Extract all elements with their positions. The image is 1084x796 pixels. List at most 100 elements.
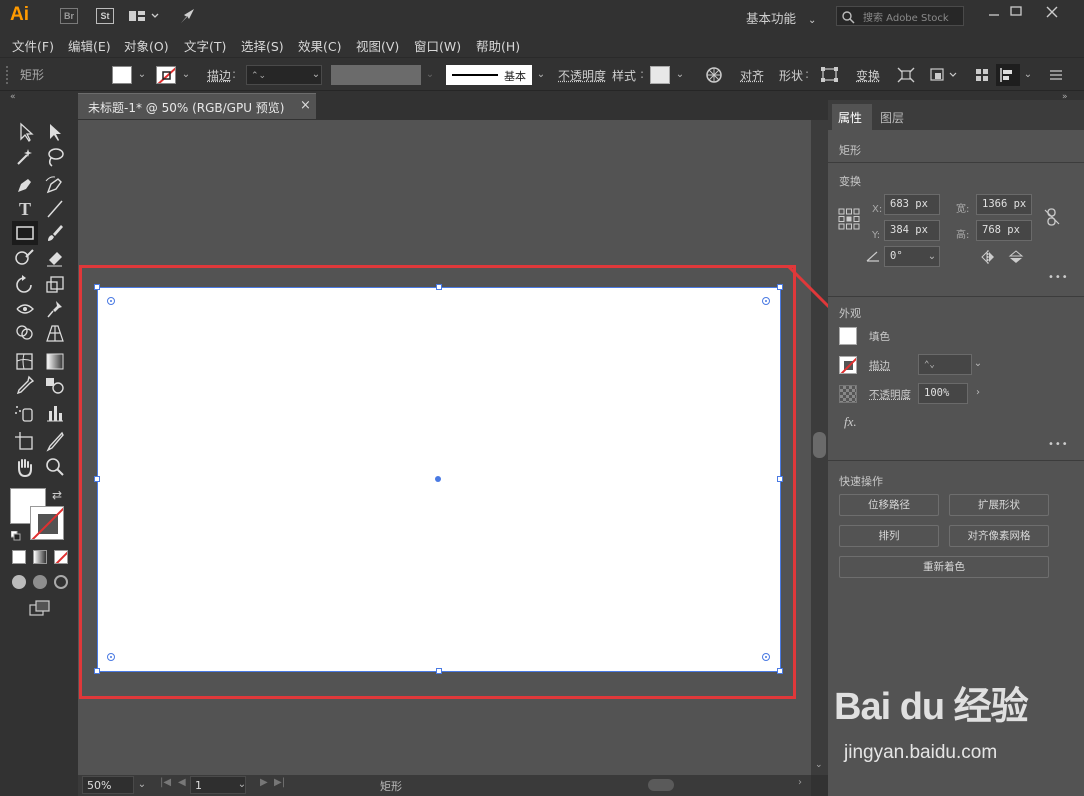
appearance-opacity-label[interactable]: 不透明度	[869, 387, 911, 402]
width-tool[interactable]	[12, 297, 38, 321]
first-artboard-icon[interactable]: |◀	[160, 777, 171, 788]
shape-label[interactable]: 形状	[779, 67, 803, 84]
transform-label[interactable]: 变换	[856, 67, 880, 84]
expand-shape-button[interactable]: 扩展形状	[949, 494, 1049, 516]
arrange-documents-button[interactable]	[128, 8, 160, 24]
zoom-field[interactable]: 50%	[82, 776, 134, 794]
eraser-tool[interactable]	[42, 245, 68, 269]
gradient-mode-button[interactable]	[33, 550, 47, 564]
stock-search-field[interactable]: 搜索 Adobe Stock	[836, 6, 964, 26]
opacity-expand-button[interactable]: ›	[970, 383, 986, 403]
stroke-color-swatch[interactable]	[30, 506, 64, 540]
grid-toggle-button[interactable]	[973, 66, 991, 84]
stroke-weight-dropdown[interactable]: ⌄	[308, 65, 324, 85]
profile-dropdown[interactable]: ⌄	[422, 65, 438, 85]
draw-inside-button[interactable]	[54, 575, 68, 589]
last-artboard-icon[interactable]: ▶|	[274, 777, 285, 788]
stock-button[interactable]: St	[96, 8, 114, 24]
menu-view[interactable]: 视图(V)	[356, 36, 399, 55]
color-mode-button[interactable]	[12, 550, 26, 564]
menu-file[interactable]: 文件(F)	[12, 36, 54, 55]
paintbrush-tool[interactable]	[42, 221, 68, 245]
rotation-dropdown[interactable]: ⌄	[924, 247, 940, 267]
default-colors-icon[interactable]	[10, 530, 21, 541]
more-transform-options[interactable]: •••	[1048, 272, 1069, 283]
graphic-style-swatch[interactable]	[650, 66, 670, 84]
puppet-warp-tool[interactable]	[42, 297, 68, 321]
curvature-tool[interactable]	[42, 173, 68, 197]
toolbar-collapse-icon[interactable]: «	[10, 92, 16, 102]
minimize-button[interactable]	[984, 5, 1004, 21]
workspace-switcher[interactable]: 基本功能 ⌄	[746, 8, 816, 27]
appearance-stroke-weight[interactable]: ⌃⌄	[918, 354, 972, 375]
fill-dropdown[interactable]: ⌄	[134, 65, 150, 85]
scroll-right-icon[interactable]: ›	[798, 777, 802, 788]
selection-tool[interactable]	[12, 120, 38, 144]
tab-layers[interactable]: 图层	[880, 109, 904, 126]
scroll-down-icon[interactable]: ⌄	[815, 760, 823, 770]
height-field[interactable]: 768 px	[976, 220, 1032, 241]
perspective-grid-tool[interactable]	[42, 321, 68, 345]
offset-path-button[interactable]: 位移路径	[839, 494, 939, 516]
arrange-button[interactable]: 排列	[839, 525, 939, 547]
direct-selection-tool[interactable]	[42, 120, 68, 144]
y-position-field[interactable]: 384 px	[884, 220, 940, 241]
stroke-swatch[interactable]	[156, 66, 176, 84]
none-mode-button[interactable]	[54, 550, 68, 564]
appearance-stroke-label[interactable]: 描边	[869, 358, 890, 373]
horizontal-scroll-thumb[interactable]	[648, 779, 674, 791]
menu-effect[interactable]: 效果(C)	[298, 36, 341, 55]
artboard-tool[interactable]	[12, 429, 38, 453]
gradient-tool[interactable]	[42, 349, 68, 373]
reference-point-selector[interactable]	[838, 208, 860, 230]
menu-select[interactable]: 选择(S)	[241, 36, 284, 55]
variable-width-profile[interactable]	[331, 65, 421, 85]
graphic-style-dropdown[interactable]: ⌄	[672, 65, 688, 85]
stroke-weight-dropdown[interactable]: ⌄	[970, 354, 986, 374]
flip-vertical-button[interactable]	[1008, 250, 1024, 264]
lasso-tool[interactable]	[42, 145, 68, 169]
column-graph-tool[interactable]	[42, 401, 68, 425]
opacity-label[interactable]: 不透明度	[558, 67, 606, 84]
symbol-sprayer-tool[interactable]	[12, 401, 38, 425]
menu-edit[interactable]: 编辑(E)	[68, 36, 111, 55]
align-dropdown[interactable]: ⌄	[1020, 65, 1036, 85]
shape-builder-tool[interactable]	[12, 321, 38, 345]
eyedropper-tool[interactable]	[12, 373, 38, 397]
vertical-scroll-thumb[interactable]	[813, 432, 826, 458]
shape-properties-button[interactable]	[820, 66, 840, 84]
shaper-tool[interactable]	[12, 245, 38, 269]
flip-horizontal-button[interactable]	[980, 250, 996, 264]
recolor-button[interactable]: 重新着色	[839, 556, 1049, 578]
x-position-field[interactable]: 683 px	[884, 194, 940, 215]
slice-tool[interactable]	[42, 429, 68, 453]
vertical-scrollbar[interactable]: ⌄	[811, 120, 828, 775]
bridge-button[interactable]: Br	[60, 8, 78, 24]
menu-type[interactable]: 文字(T)	[184, 36, 226, 55]
tab-properties[interactable]: 属性	[832, 104, 872, 131]
align-to-pixel-grid-button[interactable]: 对齐像素网格	[949, 525, 1049, 547]
menu-window[interactable]: 窗口(W)	[414, 36, 461, 55]
draw-behind-button[interactable]	[33, 575, 47, 589]
hand-tool[interactable]	[12, 455, 38, 479]
transform-button[interactable]	[896, 66, 916, 84]
draw-normal-button[interactable]	[12, 575, 26, 589]
mesh-tool[interactable]	[12, 349, 38, 373]
close-tab-icon[interactable]: ×	[300, 98, 311, 113]
width-field[interactable]: 1366 px	[976, 194, 1032, 215]
close-window-button[interactable]	[1040, 3, 1064, 21]
constrain-proportions-button[interactable]	[1044, 208, 1060, 226]
opacity-field[interactable]: 100%	[918, 383, 968, 404]
screen-mode-button[interactable]	[28, 599, 52, 617]
gpu-performance-button[interactable]	[178, 6, 198, 26]
stroke-dropdown[interactable]: ⌄	[178, 65, 194, 85]
align-label[interactable]: 对齐	[740, 67, 764, 84]
isolate-object-button[interactable]	[928, 66, 960, 84]
panel-menu-button[interactable]	[1046, 66, 1066, 84]
swap-colors-icon[interactable]: ⇄	[52, 488, 62, 502]
align-panel-button[interactable]	[996, 64, 1020, 86]
pen-tool[interactable]	[12, 173, 38, 197]
line-segment-tool[interactable]	[42, 197, 68, 221]
magic-wand-tool[interactable]	[12, 145, 38, 169]
blend-tool[interactable]	[42, 373, 68, 397]
